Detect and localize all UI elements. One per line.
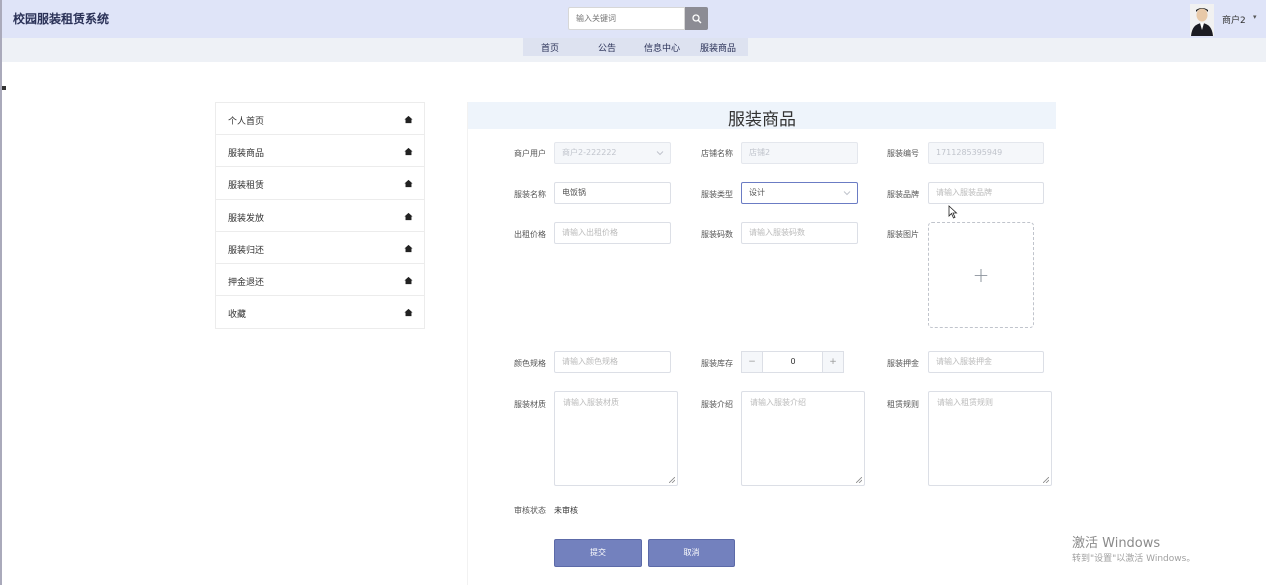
sidebar-item-profile[interactable]: 个人首页 (216, 103, 424, 136)
shop-name-field: 店铺2 (741, 142, 858, 164)
nav-item-home[interactable]: 首页 (541, 41, 559, 54)
resize-handle-icon[interactable] (1043, 477, 1049, 483)
clothing-code-label: 服装编号 (887, 149, 919, 158)
home-icon (404, 309, 413, 317)
sidebar-item-label: 收藏 (228, 310, 247, 321)
home-icon (404, 148, 413, 156)
sidebar-item-clothing-return[interactable]: 服装归还 (216, 232, 424, 264)
shop-name-label: 店铺名称 (701, 149, 733, 158)
sidebar-item-clothing-products[interactable]: 服装商品 (216, 135, 424, 168)
chevron-down-icon (843, 191, 851, 196)
nav-item-info-center[interactable]: 信息中心 (644, 41, 680, 54)
deposit-label: 服装押金 (887, 359, 919, 368)
sidebar-item-label: 服装归还 (228, 245, 265, 256)
image-uploader[interactable]: + (928, 222, 1034, 328)
activation-watermark-subtitle: 转到"设置"以激活 Windows。 (1072, 554, 1196, 564)
material-label: 服装材质 (514, 400, 546, 409)
rent-price-input[interactable]: 请输入出租价格 (554, 222, 671, 244)
rent-price-label: 出租价格 (514, 230, 546, 239)
app-title: 校园服装租赁系统 (13, 12, 110, 26)
stock-decrement-button[interactable]: − (741, 351, 763, 373)
sidebar-item-deposit-refund[interactable]: 押金退还 (216, 264, 424, 297)
mouse-cursor-icon (948, 205, 958, 219)
edge-marker (2, 86, 6, 90)
rules-placeholder: 请输入租赁规则 (937, 398, 993, 407)
sidebar-item-clothing-dispatch[interactable]: 服装发放 (216, 200, 424, 232)
resize-handle-icon[interactable] (856, 477, 862, 483)
sidebar-item-label: 服装租赁 (228, 181, 265, 192)
clothing-form-panel: 服装商品 商户用户 商户2-222222 店铺名称 店铺2 服装编号 17112… (467, 102, 1056, 585)
top-bar: 校园服装租赁系统 商户2 ▾ (2, 0, 1266, 38)
home-icon (404, 244, 413, 252)
stock-label: 服装库存 (701, 359, 733, 368)
sidebar-item-label: 个人首页 (228, 117, 265, 127)
cancel-button[interactable]: 取消 (648, 539, 735, 567)
clothing-name-input[interactable]: 电饭锅 (554, 182, 671, 204)
merchant-user-label: 商户用户 (514, 149, 546, 158)
intro-textarea[interactable]: 请输入服装介绍 (741, 391, 865, 486)
home-icon (404, 212, 413, 220)
clothing-size-label: 服装码数 (701, 230, 733, 239)
clothing-brand-input[interactable]: 请输入服装品牌 (928, 182, 1044, 204)
color-spec-label: 颜色规格 (514, 359, 546, 368)
page: 校园服装租赁系统 商户2 ▾ 首页 公告 信息中心 服装商品 个 (0, 0, 1266, 585)
home-icon (404, 180, 413, 188)
resize-handle-icon[interactable] (669, 477, 675, 483)
nav-bar: 首页 公告 信息中心 服装商品 (2, 38, 1266, 62)
chevron-down-icon[interactable]: ▾ (1253, 13, 1257, 21)
nav-item-clothing-products[interactable]: 服装商品 (700, 41, 736, 54)
home-icon (404, 276, 413, 285)
sidebar-item-favorites[interactable]: 收藏 (216, 296, 424, 328)
form-header: 服装商品 (468, 102, 1056, 130)
search-button[interactable] (685, 7, 708, 30)
clothing-code-field: 1711285395949 (928, 142, 1044, 164)
nav-group: 首页 公告 信息中心 服装商品 (523, 38, 748, 56)
chevron-down-icon (656, 151, 664, 156)
review-status-value: 未审核 (554, 506, 578, 515)
clothing-image-label: 服装图片 (887, 230, 919, 239)
merchant-user-select: 商户2-222222 (554, 142, 671, 164)
clothing-type-value: 设计 (749, 188, 765, 197)
sidebar-item-label: 服装商品 (228, 149, 265, 160)
sidebar-item-label: 押金退还 (228, 277, 265, 288)
intro-label: 服装介绍 (701, 400, 733, 409)
user-name[interactable]: 商户2 (1222, 13, 1246, 26)
search-icon (691, 13, 701, 23)
clothing-brand-label: 服装品牌 (887, 190, 919, 199)
nav-item-notice[interactable]: 公告 (598, 41, 616, 54)
sidebar: 个人首页 服装商品 服装租赁 服装发放 服装归还 押金退还 收藏 (215, 102, 425, 329)
material-placeholder: 请输入服装材质 (563, 398, 619, 407)
avatar[interactable] (1190, 4, 1214, 36)
rules-label: 租赁规则 (887, 400, 919, 409)
intro-placeholder: 请输入服装介绍 (750, 398, 806, 407)
clothing-type-select[interactable]: 设计 (741, 182, 858, 204)
sidebar-item-label: 服装发放 (228, 213, 265, 224)
plus-icon: + (972, 263, 990, 287)
material-textarea[interactable]: 请输入服装材质 (554, 391, 678, 486)
search-input[interactable] (568, 7, 685, 30)
submit-button[interactable]: 提交 (554, 539, 642, 567)
stock-increment-button[interactable]: + (822, 351, 844, 373)
color-spec-input[interactable]: 请输入颜色规格 (554, 351, 671, 373)
page-title: 服装商品 (728, 110, 796, 130)
activation-watermark-title: 激活 Windows (1072, 536, 1161, 551)
stock-value[interactable]: 0 (763, 351, 823, 373)
clothing-size-input[interactable]: 请输入服装码数 (741, 222, 858, 244)
rules-textarea[interactable]: 请输入租赁规则 (928, 391, 1052, 486)
sidebar-item-clothing-rental[interactable]: 服装租赁 (216, 167, 424, 200)
clothing-name-label: 服装名称 (514, 190, 546, 199)
home-icon (404, 115, 413, 124)
review-status-label: 审核状态 (514, 506, 546, 515)
merchant-user-value: 商户2-222222 (562, 148, 617, 157)
deposit-input[interactable]: 请输入服装押金 (928, 351, 1044, 373)
user-portrait-icon (1190, 4, 1214, 36)
clothing-type-label: 服装类型 (701, 190, 733, 199)
